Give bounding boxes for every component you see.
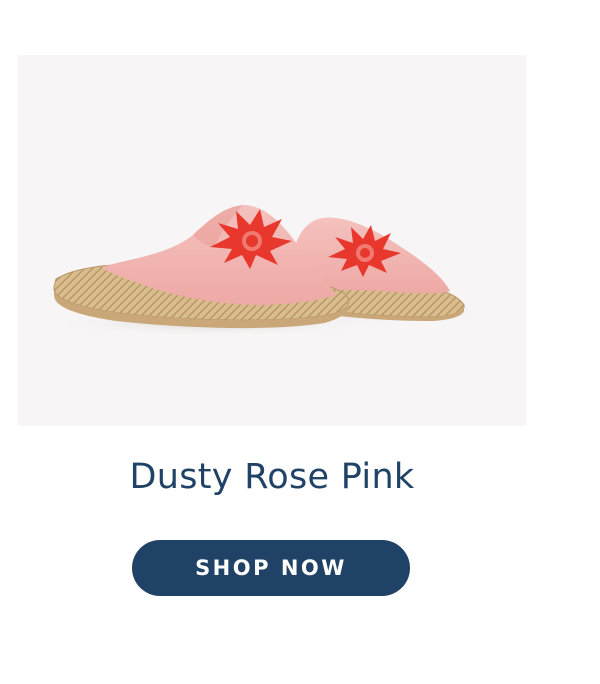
shop-now-button[interactable]: SHOP NOW	[132, 540, 410, 596]
product-title: Dusty Rose Pink	[129, 457, 415, 497]
product-image[interactable]	[18, 55, 526, 426]
left-mule	[53, 205, 350, 329]
product-card: Dusty Rose Pink SHOP NOW	[0, 0, 600, 684]
espadrille-mules-illustration	[48, 205, 488, 337]
